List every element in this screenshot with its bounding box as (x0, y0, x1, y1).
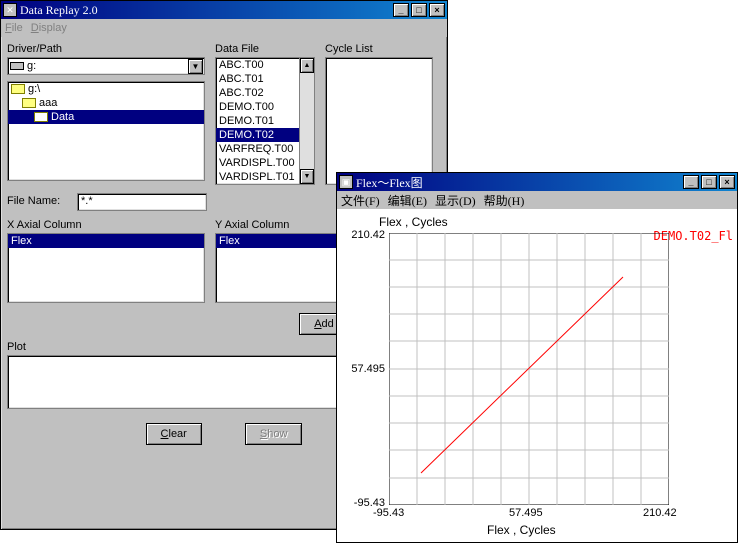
minimize-button[interactable]: _ (683, 175, 699, 189)
menu-file[interactable]: 文件(F) (341, 192, 380, 209)
xtick-mid: 57.495 (509, 507, 543, 519)
drive-value: g: (27, 60, 36, 72)
close-button[interactable]: × (429, 3, 445, 17)
flex-chart-window: ▣ Flex～Flex图 _ □ × 文件(F) 编辑(E) 显示(D) 帮助(… (336, 172, 738, 543)
label-filename: File Name: (7, 195, 67, 207)
maximize-button[interactable]: □ (411, 3, 427, 17)
folder-icon (11, 84, 25, 94)
scroll-down-icon[interactable]: ▼ (300, 169, 314, 184)
menu-display[interactable]: Display (31, 22, 67, 34)
x-column-listbox[interactable]: Flex (7, 233, 205, 303)
list-item[interactable]: Flex (8, 234, 204, 248)
xtick-right: 210.42 (643, 507, 677, 519)
chart-svg (389, 233, 669, 505)
menu-edit[interactable]: 编辑(E) (388, 192, 427, 209)
folder-tree[interactable]: g:\ aaa Data (7, 81, 205, 181)
label-xaxial: X Axial Column (7, 219, 205, 231)
ytick-mid: 57.495 (341, 363, 385, 375)
scrollbar[interactable]: ▲ ▼ (299, 58, 314, 184)
close-button[interactable]: × (719, 175, 735, 189)
menubar: File Display (1, 19, 447, 37)
titlebar: ▣ Flex～Flex图 _ □ × (337, 173, 737, 191)
label-driverpath: Driver/Path (7, 43, 205, 55)
file-listbox[interactable]: ABC.T00ABC.T01ABC.T02DEMO.T00DEMO.T01DEM… (215, 57, 315, 185)
ytick-top: 210.42 (341, 229, 385, 241)
app-icon: ✕ (3, 3, 17, 17)
titlebar: ✕ Data Replay 2.0 _ □ × (1, 1, 447, 19)
drive-dropdown[interactable]: g: ▼ (7, 57, 205, 75)
plot-area: Flex , Cycles DEMO.T02_Fl 210.42 57.495 … (337, 209, 737, 542)
chart-icon: ▣ (339, 175, 353, 189)
menu-help[interactable]: 帮助(H) (484, 192, 525, 209)
maximize-button[interactable]: □ (701, 175, 717, 189)
folder-open-icon (34, 112, 48, 122)
folder-icon (22, 98, 36, 108)
x-axis-label: Flex , Cycles (487, 523, 556, 537)
window-title: Data Replay 2.0 (20, 3, 391, 18)
clear-button[interactable]: Clear (146, 423, 202, 445)
menubar: 文件(F) 编辑(E) 显示(D) 帮助(H) (337, 191, 737, 209)
tree-root[interactable]: g:\ (8, 82, 204, 96)
label-datafile: Data File (215, 43, 315, 55)
menu-file[interactable]: File (5, 22, 23, 34)
filename-input[interactable]: *.* (77, 193, 207, 211)
scroll-up-icon[interactable]: ▲ (300, 58, 314, 73)
minimize-button[interactable]: _ (393, 3, 409, 17)
list-item[interactable]: VARFREQ.T01 (216, 184, 314, 185)
xtick-left: -95.43 (373, 507, 404, 519)
drive-icon (10, 62, 24, 70)
y-axis-label: Flex , Cycles (379, 215, 448, 229)
menu-display[interactable]: 显示(D) (435, 192, 476, 209)
tree-mid[interactable]: aaa (8, 96, 204, 110)
tree-leaf[interactable]: Data (8, 110, 204, 124)
chevron-down-icon[interactable]: ▼ (188, 59, 203, 74)
show-button[interactable]: Show (245, 423, 303, 445)
window-title: Flex～Flex图 (356, 174, 681, 191)
label-cyclelist: Cycle List (325, 43, 433, 55)
cycle-listbox[interactable] (325, 57, 433, 185)
